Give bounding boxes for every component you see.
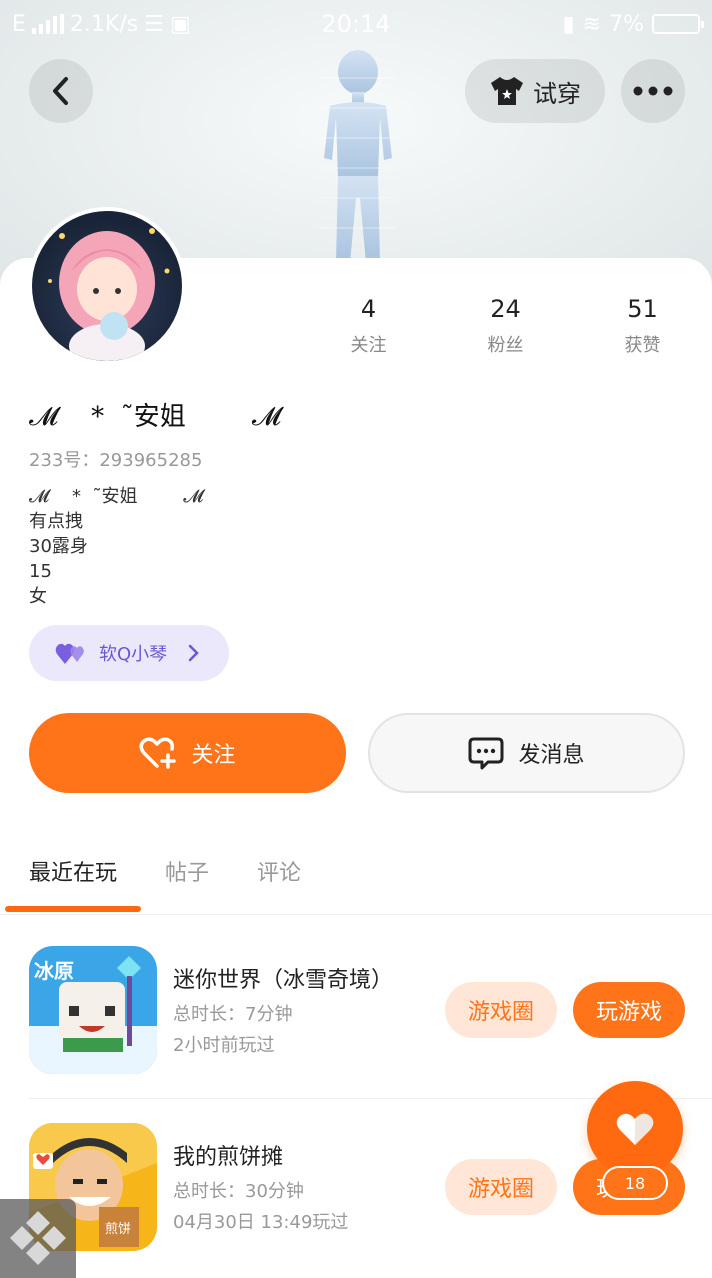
clock: 20:14 bbox=[321, 10, 391, 38]
double-heart-icon bbox=[55, 643, 84, 664]
heart-plus-icon bbox=[139, 737, 177, 769]
tab-recently-played[interactable]: 最近在玩 bbox=[29, 855, 117, 887]
chat-bubble-icon bbox=[468, 737, 504, 770]
chevron-right-icon bbox=[188, 644, 199, 662]
game-title: 我的煎饼摊 bbox=[173, 1145, 284, 1170]
profile-tabs: 最近在玩 帖子 评论 bbox=[0, 855, 712, 915]
user-id: 233号：293965285 bbox=[29, 450, 203, 471]
tab-comments[interactable]: 评论 bbox=[257, 855, 301, 887]
companion-badge[interactable]: 软Q小琴 bbox=[29, 625, 229, 681]
stat-following[interactable]: 4 关注 bbox=[300, 295, 437, 357]
active-tab-indicator bbox=[5, 906, 141, 912]
send-message-button[interactable]: 发消息 bbox=[368, 713, 685, 793]
stat-likes[interactable]: 51 获赞 bbox=[574, 295, 711, 357]
game-circle-button[interactable]: 游戏圈 bbox=[445, 1159, 557, 1215]
stat-value: 24 bbox=[490, 295, 521, 323]
status-bar: E 2.1K/s ☰ ▣ 20:14 ▮ ≋ 7% bbox=[0, 0, 712, 48]
play-game-button[interactable]: 玩游戏 bbox=[573, 982, 685, 1038]
game-duration: 总时长：30分钟 bbox=[173, 1181, 304, 1202]
nickname: 𝓜 * ˜安姐 𝓜 bbox=[29, 402, 281, 432]
game-title: 迷你世界（冰雪奇境） bbox=[173, 968, 394, 993]
stat-label: 关注 bbox=[350, 335, 387, 356]
stat-followers[interactable]: 24 粉丝 bbox=[437, 295, 574, 357]
try-on-label: 试穿 bbox=[533, 79, 581, 108]
list-item[interactable]: 冰原 迷你世界（冰雪奇境） 总时长：7分钟 2小时前玩过 游戏圈 玩游戏 bbox=[29, 946, 712, 1074]
avatar-3d-figure bbox=[320, 50, 396, 263]
stat-value: 51 bbox=[627, 295, 658, 323]
battery-icon bbox=[652, 14, 704, 34]
game-icon-text: 冰原 bbox=[34, 959, 74, 983]
game-last-played: 2小时前玩过 bbox=[173, 1035, 275, 1056]
like-fab-button[interactable] bbox=[587, 1081, 683, 1177]
avatar[interactable] bbox=[28, 207, 186, 365]
tshirt-icon bbox=[491, 77, 523, 105]
back-button[interactable] bbox=[29, 59, 93, 123]
tab-posts[interactable]: 帖子 bbox=[165, 855, 209, 887]
game-last-played: 04月30日 13:49玩过 bbox=[173, 1212, 349, 1233]
game-circle-button[interactable]: 游戏圈 bbox=[445, 982, 557, 1038]
stat-label: 获赞 bbox=[624, 335, 661, 356]
game-icon-text: 煎饼 bbox=[105, 1221, 131, 1237]
like-count-badge: 18 bbox=[602, 1166, 668, 1200]
stat-label: 粉丝 bbox=[487, 335, 524, 356]
follow-label: 关注 bbox=[191, 743, 236, 768]
dpad-icon bbox=[10, 1211, 66, 1265]
more-dots-icon bbox=[633, 86, 673, 96]
game-icon: 冰原 bbox=[29, 946, 157, 1074]
profile-stats: 4 关注 24 粉丝 51 获赞 bbox=[300, 295, 712, 357]
follow-button[interactable]: 关注 bbox=[29, 713, 346, 793]
heart-icon bbox=[616, 1113, 654, 1145]
more-options-button[interactable] bbox=[621, 59, 685, 123]
chevron-left-icon bbox=[53, 77, 68, 105]
game-duration: 总时长：7分钟 bbox=[173, 1004, 293, 1025]
message-label: 发消息 bbox=[518, 743, 585, 768]
try-on-button[interactable]: 试穿 bbox=[465, 59, 605, 123]
badge-label: 软Q小琴 bbox=[99, 644, 168, 665]
stat-value: 4 bbox=[360, 295, 377, 323]
floating-assistant-widget[interactable] bbox=[0, 1199, 76, 1278]
bio: 𝓜 * ˜安姐 𝓜 有点拽 30露身 15 女 bbox=[29, 486, 204, 607]
avatar-image bbox=[48, 228, 170, 361]
